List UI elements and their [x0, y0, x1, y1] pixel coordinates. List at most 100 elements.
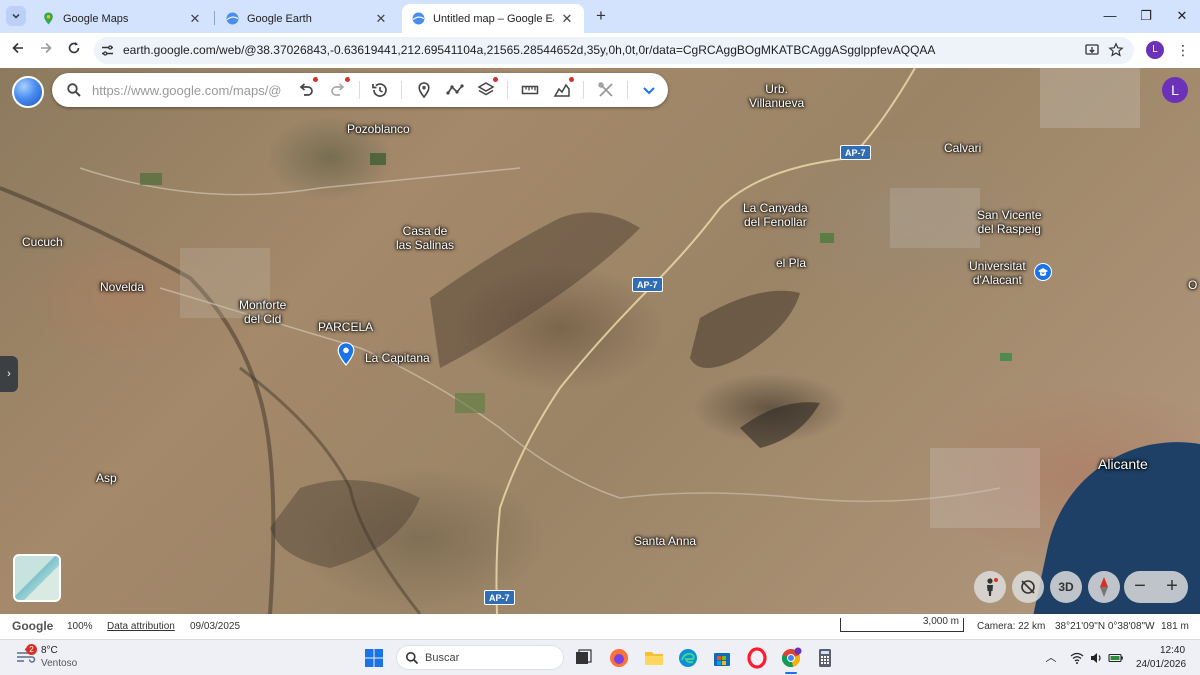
edge-icon[interactable]	[677, 647, 699, 669]
measure-button[interactable]	[520, 80, 540, 100]
wifi-icon[interactable]	[1070, 651, 1084, 665]
chrome-icon[interactable]	[780, 647, 802, 669]
weather-description[interactable]: Ventoso	[41, 658, 77, 669]
add-placemark-button[interactable]	[414, 80, 434, 100]
cursor-coordinates: 38°21'09"N 0°38'08"W	[1055, 621, 1155, 632]
microsoft-store-icon[interactable]	[711, 647, 733, 669]
toolbar-divider	[401, 81, 402, 99]
browser-profile-avatar[interactable]: L	[1146, 41, 1164, 59]
folder-glyph	[645, 652, 663, 665]
add-path-button[interactable]	[445, 80, 465, 100]
place-label: Casa de las Salinas	[396, 224, 454, 252]
chart-icon	[553, 83, 570, 97]
browser-menu-icon[interactable]: ⋮	[1176, 41, 1190, 59]
store-glyph	[714, 653, 730, 666]
address-bar[interactable]: earth.google.com/web/@38.37026843,-0.636…	[94, 37, 1134, 64]
task-view-icon[interactable]	[572, 647, 594, 669]
notification-dot	[569, 77, 574, 82]
chevron-down-icon	[12, 13, 20, 19]
close-icon[interactable]: ✕	[188, 11, 202, 26]
university-icon[interactable]	[1034, 263, 1052, 281]
place-label-line: Villanueva	[749, 96, 805, 110]
place-label: Pozoblanco	[347, 122, 410, 136]
street-view-button[interactable]	[974, 571, 1006, 603]
weather-alert-badge: 2	[26, 644, 37, 655]
zoom-in-button[interactable]: +	[1156, 571, 1188, 603]
map-style-button[interactable]	[476, 77, 498, 100]
clock-date[interactable]: 24/01/2026	[1136, 659, 1186, 670]
compass-icon	[1100, 577, 1108, 597]
forward-button[interactable]	[36, 41, 56, 61]
tab-untitled-map[interactable]: Untitled map – Google Earth ✕	[402, 4, 584, 33]
satellite-map-view[interactable]: Pozoblanco Urb. Villanueva Calvari Cucuc…	[0, 68, 1200, 614]
place-label-line: del Fenollar	[744, 215, 807, 229]
tools-button[interactable]	[596, 80, 616, 100]
volume-icon[interactable]	[1089, 651, 1103, 665]
zoom-controls: − +	[1124, 571, 1188, 603]
reload-button[interactable]	[64, 41, 84, 61]
install-app-icon[interactable]	[1084, 42, 1100, 58]
rotate-lock-button[interactable]	[1012, 571, 1044, 603]
zoom-level: 100%	[67, 621, 93, 632]
window-close-button[interactable]: ✕	[1168, 6, 1196, 26]
close-icon[interactable]: ✕	[560, 11, 574, 26]
scale-bar: 3,000 m	[840, 616, 964, 632]
file-explorer-icon[interactable]	[643, 647, 665, 669]
windows-start-icon[interactable]	[364, 648, 384, 668]
battery-icon[interactable]	[1108, 651, 1123, 665]
placemark-pin-icon[interactable]	[337, 342, 355, 366]
user-avatar[interactable]: L	[1162, 77, 1188, 103]
task-view-glyph	[576, 649, 592, 664]
site-settings-icon[interactable]	[100, 43, 115, 58]
new-tab-button[interactable]: +	[592, 7, 610, 25]
notification-dot	[493, 77, 498, 82]
side-panel-toggle[interactable]: ›	[0, 356, 18, 392]
tab-search-button[interactable]	[6, 6, 26, 26]
redo-button[interactable]	[328, 77, 350, 100]
weather-temperature[interactable]: 8°C	[41, 645, 58, 656]
data-attribution-link[interactable]: Data attribution	[107, 621, 175, 632]
earth-menu-logo[interactable]	[12, 76, 44, 108]
place-label-line: La Canyada	[743, 201, 808, 215]
imagery-date: 09/03/2025	[190, 621, 241, 632]
expand-toolbar-button[interactable]	[639, 80, 659, 100]
notification-dot	[345, 77, 350, 82]
clock-time[interactable]: 12:40	[1160, 645, 1185, 656]
minimize-button[interactable]: —	[1096, 6, 1124, 26]
restore-button[interactable]: ❐	[1132, 6, 1160, 26]
close-icon[interactable]: ✕	[374, 11, 388, 26]
search-icon	[67, 83, 81, 97]
zoom-out-button[interactable]: −	[1124, 571, 1156, 603]
scale-label: 3,000 m	[922, 616, 959, 627]
tab-google-earth[interactable]: Google Earth ✕	[216, 4, 398, 33]
volume-glyph	[1091, 653, 1101, 663]
chevron-up-icon[interactable]: ︿	[1044, 651, 1058, 665]
place-label: La Canyada del Fenollar	[743, 201, 808, 229]
opera-icon[interactable]	[746, 647, 768, 669]
undo-button[interactable]	[296, 77, 318, 100]
taskbar-search-box[interactable]: Buscar	[396, 645, 564, 670]
historical-imagery-button[interactable]	[370, 80, 390, 100]
toolbar-divider	[507, 81, 508, 99]
place-label: Cucuch	[22, 235, 63, 249]
reload-icon	[68, 42, 80, 54]
calculator-icon[interactable]	[814, 647, 836, 669]
bookmark-star-icon[interactable]	[1108, 42, 1124, 58]
tab-google-maps[interactable]: Google Maps ✕	[32, 4, 212, 33]
search-input[interactable]	[92, 80, 282, 100]
back-button[interactable]	[8, 41, 28, 61]
opera-glyph	[747, 647, 767, 669]
highway-shield: AP-7	[484, 590, 515, 605]
elevation-profile-button[interactable]	[552, 77, 574, 100]
earth-icon	[412, 12, 425, 25]
map-style-thumbnail[interactable]	[13, 554, 61, 602]
compass-button[interactable]	[1088, 571, 1120, 603]
place-label-line: del Raspeig	[977, 222, 1041, 236]
tab-label: Google Maps	[63, 12, 129, 25]
place-label-line: Monforte	[239, 298, 287, 312]
firefox-icon[interactable]	[608, 647, 630, 669]
earth-toolbar	[52, 73, 668, 107]
tab-label: Untitled map – Google Earth	[433, 12, 554, 25]
placemark-label-parcela[interactable]: PARCELA	[318, 320, 373, 334]
toggle-3d-button[interactable]: 3D	[1050, 571, 1082, 603]
